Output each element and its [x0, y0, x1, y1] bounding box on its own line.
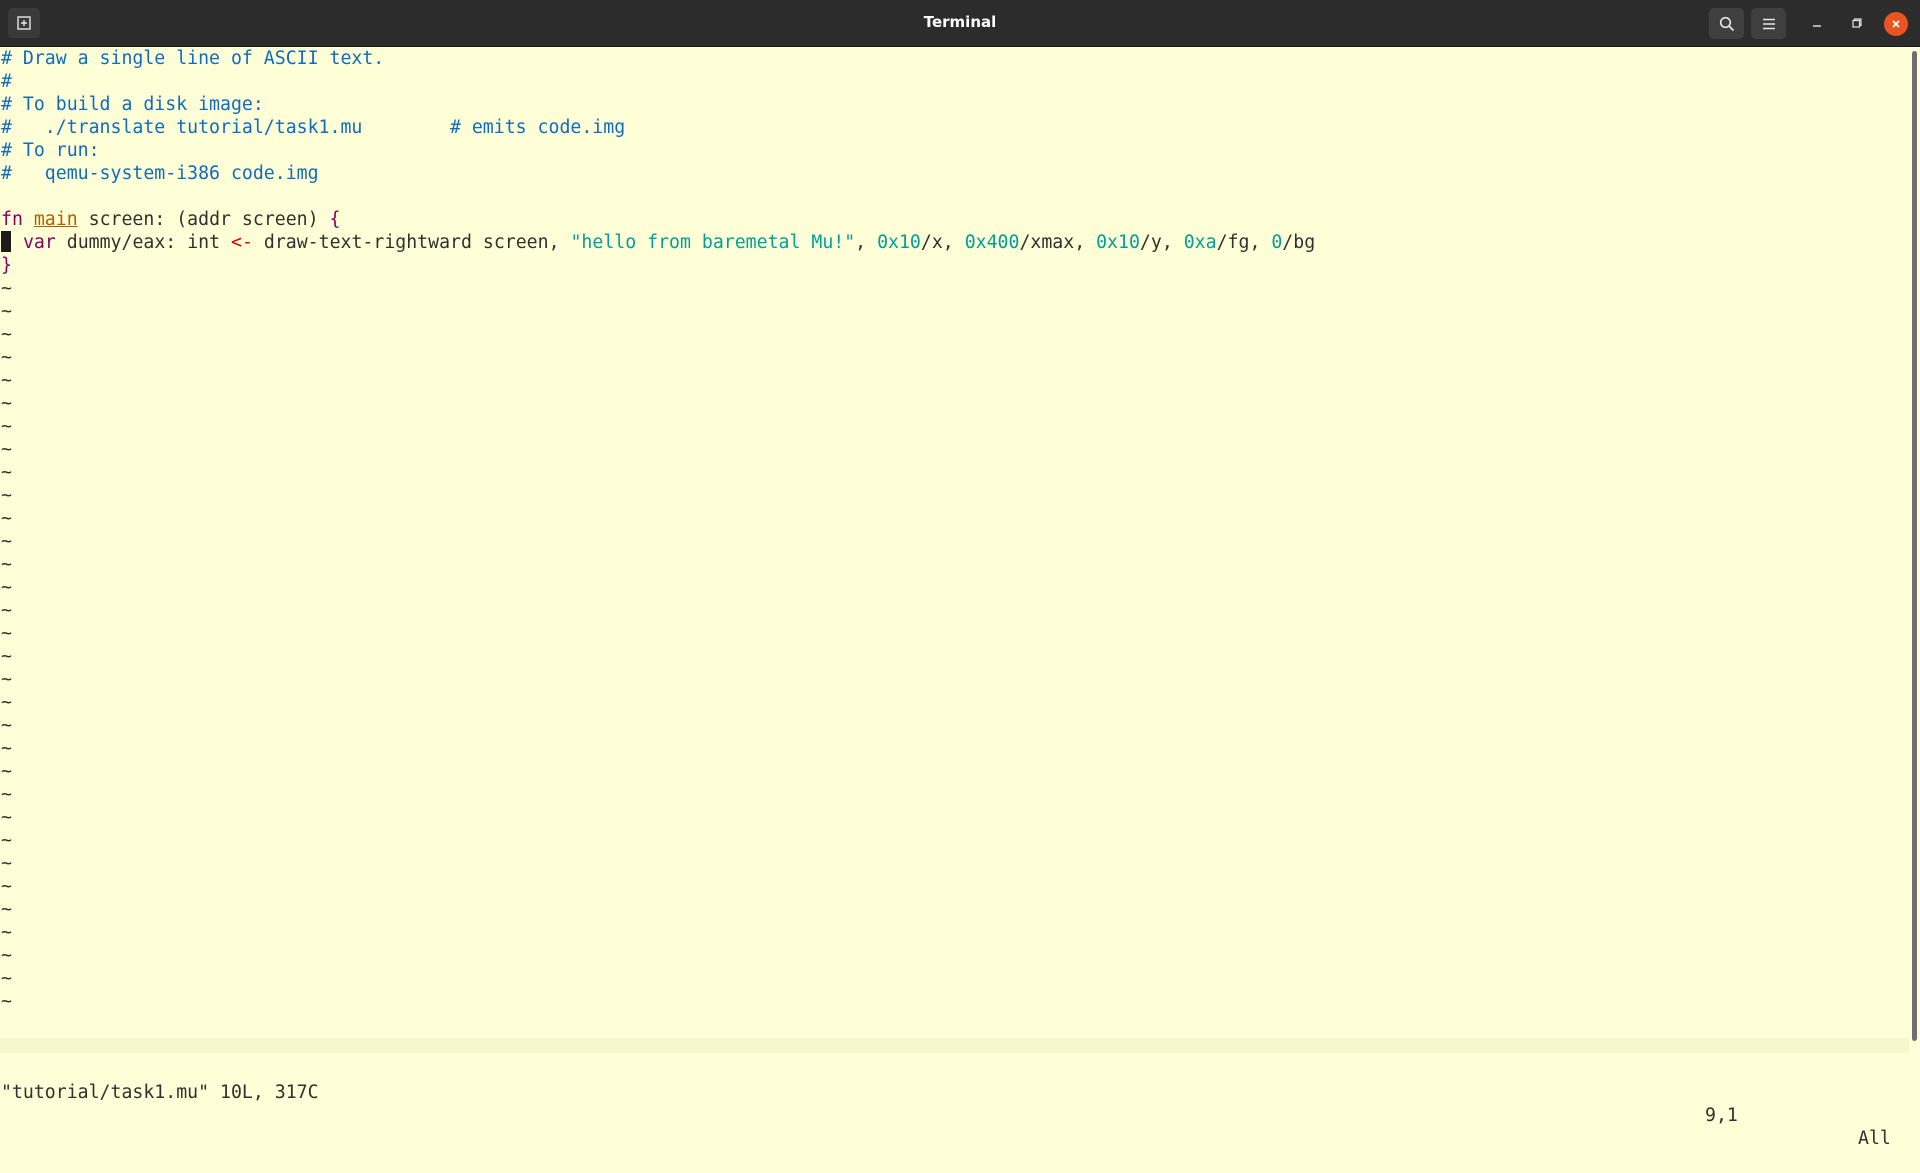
empty-line-tilde: ~: [1, 623, 12, 644]
code-operator: <-: [231, 232, 253, 253]
empty-line-tilde: ~: [1, 600, 12, 621]
empty-line-tilde: ~: [1, 830, 12, 851]
code-fn-line: fn main screen: (addr screen) {: [1, 208, 340, 231]
code-number: 0xa: [1183, 232, 1217, 253]
code-keyword: var: [22, 232, 56, 253]
empty-line-tilde: ~: [1, 669, 12, 690]
code-call: draw-text-rightward screen,: [252, 232, 571, 253]
close-button[interactable]: [1884, 12, 1908, 36]
empty-line-tilde: ~: [1, 278, 12, 299]
empty-line-tilde: ~: [1, 554, 12, 575]
empty-line-tilde: ~: [1, 945, 12, 966]
minimize-button[interactable]: [1802, 10, 1832, 36]
code-function-name: main: [33, 209, 78, 230]
minimize-icon: [1813, 25, 1821, 27]
empty-line-tilde: ~: [1, 807, 12, 828]
code-arg: /bg: [1282, 232, 1316, 253]
code-comment-line: #: [1, 71, 12, 92]
empty-line-tilde: ~: [1, 462, 12, 483]
empty-line-tilde: ~: [1, 899, 12, 920]
empty-line-tilde: ~: [1, 531, 12, 552]
empty-line-tilde: ~: [1, 968, 12, 989]
code-sep: ,: [855, 232, 878, 253]
empty-line-tilde: ~: [1, 922, 12, 943]
terminal-bottom-margin: [0, 1038, 1909, 1053]
empty-line-tilde: ~: [1, 508, 12, 529]
close-icon: [1892, 20, 1900, 28]
new-tab-button[interactable]: [8, 8, 40, 38]
code-params: screen: (addr screen): [77, 209, 330, 230]
code-comment-line: # Draw a single line of ASCII text.: [1, 48, 385, 69]
code-arg: /xmax,: [1019, 232, 1097, 253]
empty-line-tilde: ~: [1, 370, 12, 391]
code-arg: /x,: [920, 232, 965, 253]
code-arg: /fg,: [1216, 232, 1272, 253]
vim-status-line: "tutorial/task1.mu" 10L, 317C 9,1 All: [0, 1058, 1909, 1149]
text-cursor: [1, 231, 11, 252]
empty-line-tilde: ~: [1, 784, 12, 805]
code-decl: dummy/eax: int: [55, 232, 232, 253]
code-comment-line: # To build a disk image:: [1, 94, 264, 115]
empty-line-tilde: ~: [1, 991, 12, 1012]
code-close-brace: }: [1, 255, 12, 276]
search-button[interactable]: [1709, 8, 1744, 39]
code-number: 0x400: [964, 232, 1020, 253]
empty-line-tilde: ~: [1, 646, 12, 667]
code-string: "hello from baremetal Mu!": [570, 232, 856, 253]
code-number: 0x10: [877, 232, 921, 253]
empty-line-tilde: ~: [1, 347, 12, 368]
status-file-info: "tutorial/task1.mu" 10L, 317C: [1, 1082, 319, 1103]
scrollbar-thumb[interactable]: [1912, 51, 1917, 1041]
empty-line-tilde: ~: [1, 738, 12, 759]
code-arg: /y,: [1139, 232, 1184, 253]
maximize-button[interactable]: [1842, 10, 1872, 36]
code-comment-line: # qemu-system-i386 code.img: [1, 163, 319, 184]
terminal-viewport[interactable]: # Draw a single line of ASCII text. # # …: [0, 47, 1909, 1149]
empty-line-tilde: ~: [1, 485, 12, 506]
empty-line-tilde: ~: [1, 577, 12, 598]
window-title: Terminal: [923, 13, 997, 31]
empty-line-tilde: ~: [1, 439, 12, 460]
status-scroll-position: All: [1858, 1128, 1891, 1149]
window-titlebar: Terminal: [0, 0, 1920, 47]
empty-line-tilde: ~: [1, 393, 12, 414]
code-var-line: var dummy/eax: int <- draw-text-rightwar…: [1, 231, 1315, 254]
code-keyword: fn: [1, 209, 23, 230]
search-icon: [1719, 16, 1734, 31]
terminal-scrollbar[interactable]: [1909, 47, 1920, 1053]
code-number: 0: [1271, 232, 1283, 253]
empty-line-tilde: ~: [1, 301, 12, 322]
empty-line-tilde: ~: [1, 876, 12, 897]
empty-line-tilde: ~: [1, 692, 12, 713]
empty-line-tilde: ~: [1, 715, 12, 736]
code-comment-line: # ./translate tutorial/task1.mu # emits …: [1, 117, 626, 138]
empty-line-tilde: ~: [1, 761, 12, 782]
empty-line-tilde: ~: [1, 324, 12, 345]
code-comment-line: # To run:: [1, 140, 100, 161]
maximize-icon: [1852, 18, 1862, 28]
menu-button[interactable]: [1751, 8, 1786, 39]
empty-line-tilde: ~: [1, 853, 12, 874]
code-open-brace: {: [329, 209, 341, 230]
hamburger-menu-icon: [1762, 18, 1775, 29]
status-cursor-position: 9,1: [1705, 1105, 1738, 1126]
code-number: 0x10: [1096, 232, 1140, 253]
new-tab-icon: [17, 16, 31, 30]
empty-line-tilde: ~: [1, 416, 12, 437]
